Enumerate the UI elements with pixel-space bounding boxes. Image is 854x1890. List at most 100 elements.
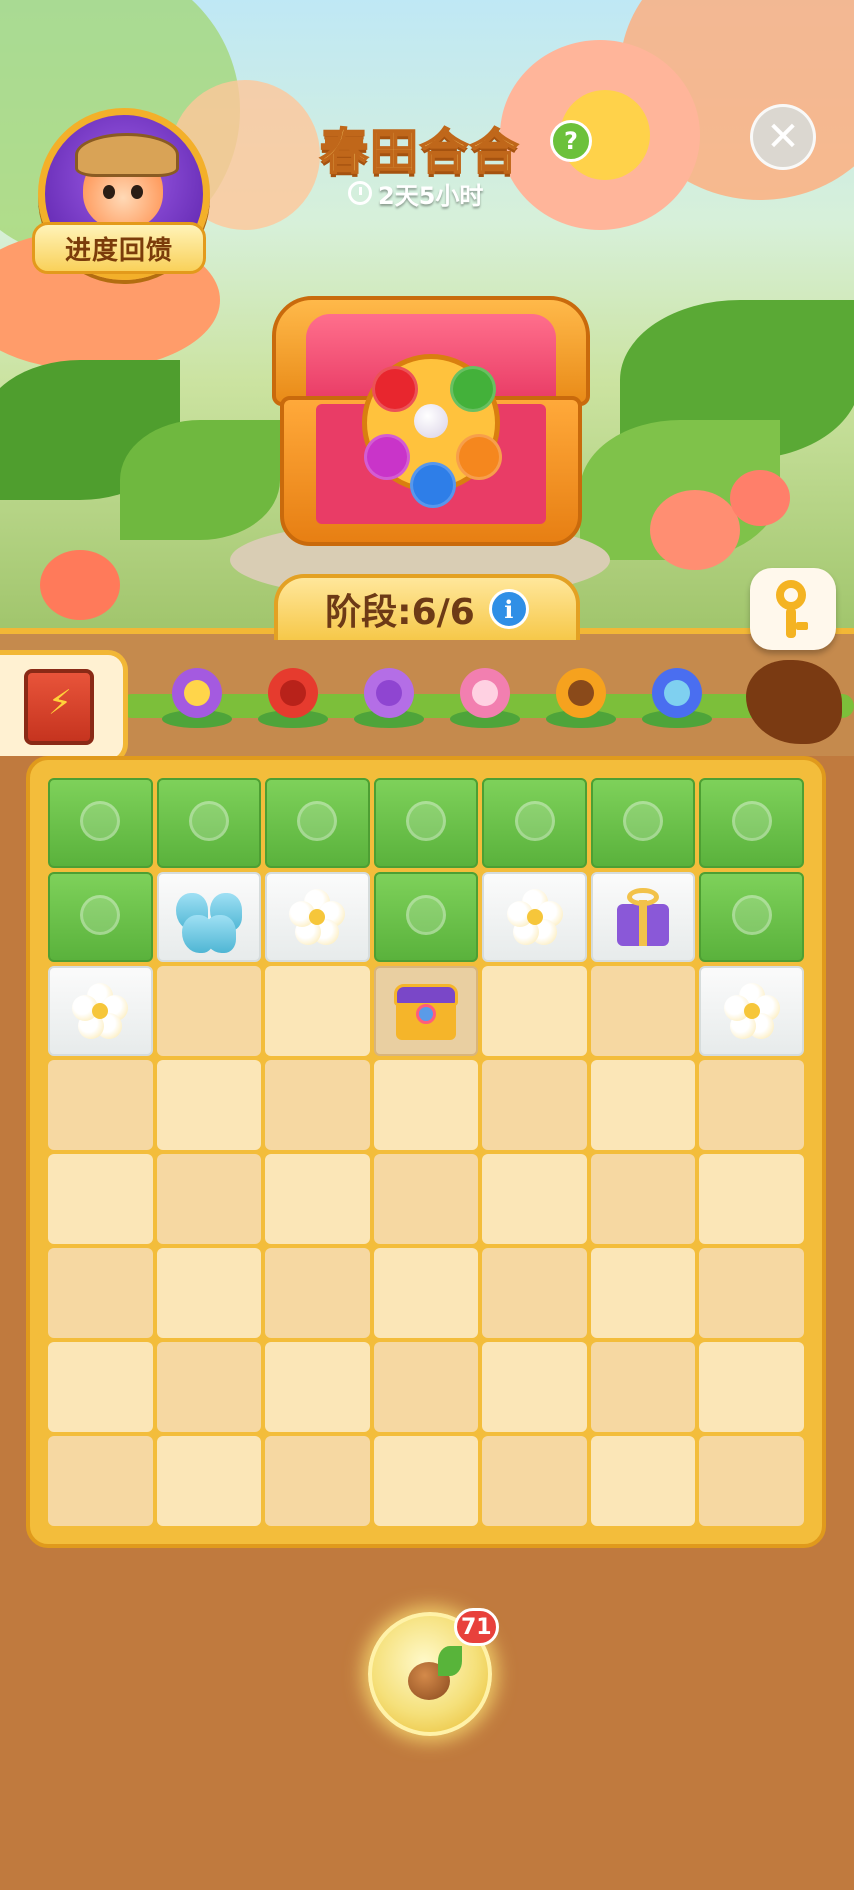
locked-leaf-tile[interactable] bbox=[699, 778, 804, 868]
empty-board-cell[interactable] bbox=[265, 1154, 370, 1244]
empty-board-cell[interactable] bbox=[265, 1342, 370, 1432]
empty-board-cell[interactable] bbox=[265, 1060, 370, 1150]
explorer-hat bbox=[75, 133, 179, 177]
timer-text: 2天5小时 bbox=[378, 181, 484, 210]
flower-decoration bbox=[650, 490, 740, 570]
pearl-icon bbox=[414, 404, 448, 438]
locked-leaf-tile[interactable] bbox=[48, 778, 153, 868]
plumeria-item[interactable] bbox=[265, 872, 370, 962]
empty-board-cell[interactable] bbox=[482, 1436, 587, 1526]
empty-board-cell[interactable] bbox=[373, 1248, 479, 1338]
plumeria-item[interactable] bbox=[48, 966, 153, 1056]
stage-info-button[interactable]: i bbox=[488, 589, 529, 629]
peony-icon bbox=[446, 662, 524, 740]
locked-leaf-tile[interactable] bbox=[373, 778, 479, 868]
flower-emboss-icon bbox=[405, 801, 446, 841]
empty-board-cell[interactable] bbox=[265, 1436, 370, 1526]
empty-board-cell[interactable] bbox=[48, 1060, 153, 1150]
locked-leaf-tile[interactable] bbox=[699, 872, 804, 962]
butterfly-item[interactable] bbox=[156, 872, 262, 962]
empty-board-cell[interactable] bbox=[482, 966, 587, 1056]
plumeria-flower-icon bbox=[289, 889, 346, 945]
locked-leaf-tile[interactable] bbox=[373, 872, 479, 962]
plumeria-flower-icon bbox=[72, 983, 129, 1039]
key-icon bbox=[776, 580, 806, 610]
wing bbox=[203, 915, 236, 953]
empty-board-cell[interactable] bbox=[699, 1154, 804, 1244]
empty-board-cell[interactable] bbox=[699, 1248, 804, 1338]
empty-board-cell[interactable] bbox=[590, 966, 696, 1056]
empty-board-cell[interactable] bbox=[48, 1248, 153, 1338]
butterfly-icon bbox=[174, 889, 244, 953]
empty-board-cell[interactable] bbox=[156, 1248, 262, 1338]
book-icon: ⚡ bbox=[24, 669, 94, 745]
empty-board-cell[interactable] bbox=[482, 1248, 587, 1338]
flower-emboss-icon bbox=[297, 801, 338, 841]
purple-gem-icon bbox=[364, 434, 410, 480]
flower-center bbox=[743, 1003, 760, 1019]
locked-leaf-tile[interactable] bbox=[156, 778, 262, 868]
empty-board-cell[interactable] bbox=[590, 1154, 696, 1244]
close-button[interactable]: ✕ bbox=[750, 104, 816, 170]
empty-board-cell[interactable] bbox=[48, 1154, 153, 1244]
empty-board-cell[interactable] bbox=[265, 1248, 370, 1338]
progress-reward-button[interactable]: 进度回馈 bbox=[32, 222, 206, 274]
empty-board-cell[interactable] bbox=[373, 1342, 479, 1432]
empty-board-cell[interactable] bbox=[590, 1060, 696, 1150]
key-button[interactable] bbox=[750, 568, 836, 650]
empty-board-cell[interactable] bbox=[482, 1060, 587, 1150]
sunflower-icon bbox=[542, 662, 620, 740]
flower-emboss-icon bbox=[80, 801, 121, 841]
locked-leaf-tile[interactable] bbox=[590, 778, 696, 868]
seed-count-badge: 71 bbox=[454, 1608, 499, 1646]
flower-emboss-icon bbox=[623, 801, 664, 841]
empty-board-cell[interactable] bbox=[373, 1060, 479, 1150]
aster-icon bbox=[638, 662, 716, 740]
chest-part bbox=[393, 984, 458, 1006]
empty-board-cell[interactable] bbox=[590, 1248, 696, 1338]
green-gem-icon bbox=[450, 366, 496, 412]
gift-box-item[interactable] bbox=[590, 872, 696, 962]
orange-gem-icon bbox=[456, 434, 502, 480]
flower-center bbox=[664, 680, 690, 706]
locked-leaf-tile[interactable] bbox=[482, 778, 587, 868]
empty-board-cell[interactable] bbox=[590, 1436, 696, 1526]
mini-chest-item[interactable] bbox=[373, 966, 479, 1056]
empty-board-cell[interactable] bbox=[156, 966, 262, 1056]
empty-board-cell[interactable] bbox=[699, 1436, 804, 1526]
reward-chest[interactable] bbox=[272, 296, 590, 546]
empty-board-cell[interactable] bbox=[156, 1436, 262, 1526]
flower-center bbox=[568, 680, 594, 706]
leaf-decoration bbox=[120, 420, 280, 540]
stage-banner: 阶段:6/6 i bbox=[274, 574, 580, 640]
sprout-icon bbox=[438, 1646, 462, 1676]
hydrangea-icon bbox=[350, 662, 428, 740]
treasure-chest-icon bbox=[392, 980, 460, 1042]
empty-board-cell[interactable] bbox=[48, 1342, 153, 1432]
empty-board-cell[interactable] bbox=[48, 1436, 153, 1526]
empty-board-cell[interactable] bbox=[699, 1342, 804, 1432]
gift-rb bbox=[639, 900, 648, 946]
empty-board-cell[interactable] bbox=[156, 1060, 262, 1150]
gift-icon bbox=[611, 886, 675, 948]
avatar-eye bbox=[131, 185, 143, 199]
guide-book-button[interactable]: ⚡ bbox=[0, 650, 128, 764]
flower-center bbox=[526, 909, 543, 925]
locked-leaf-tile[interactable] bbox=[48, 872, 153, 962]
empty-board-cell[interactable] bbox=[590, 1342, 696, 1432]
plumeria-item[interactable] bbox=[699, 966, 804, 1056]
empty-board-cell[interactable] bbox=[482, 1342, 587, 1432]
plumeria-item[interactable] bbox=[482, 872, 587, 962]
empty-board-cell[interactable] bbox=[156, 1342, 262, 1432]
locked-leaf-tile[interactable] bbox=[265, 778, 370, 868]
flower-decoration bbox=[40, 550, 120, 620]
empty-board-cell[interactable] bbox=[373, 1154, 479, 1244]
help-button[interactable]: ? bbox=[550, 120, 592, 162]
empty-board-cell[interactable] bbox=[482, 1154, 587, 1244]
empty-board-cell[interactable] bbox=[373, 1436, 479, 1526]
flower-emboss-icon bbox=[188, 801, 229, 841]
empty-board-cell[interactable] bbox=[699, 1060, 804, 1150]
flower-center bbox=[184, 680, 210, 706]
empty-board-cell[interactable] bbox=[265, 966, 370, 1056]
empty-board-cell[interactable] bbox=[156, 1154, 262, 1244]
